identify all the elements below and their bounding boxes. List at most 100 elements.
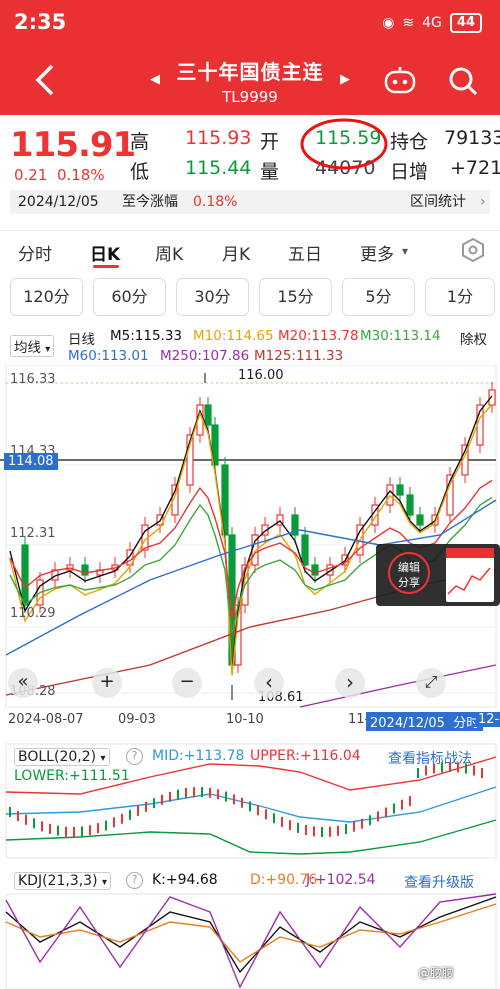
boll-upper-line xyxy=(5,756,497,795)
share-label: 分享 xyxy=(398,576,420,589)
tab-underline xyxy=(93,265,119,268)
since-label: 至今涨幅 xyxy=(122,194,178,210)
kdj-selector[interactable]: KDJ(21,3,3) ▾ xyxy=(14,872,112,890)
high-value: 115.93 xyxy=(185,127,252,149)
tab-fenshi[interactable]: 分时 xyxy=(18,240,52,265)
kline-chart[interactable] xyxy=(0,365,500,710)
scroll-left-button[interactable]: ‹ xyxy=(254,668,284,698)
legend-m125: M125:111.33 xyxy=(254,348,344,364)
tab-monthly-k[interactable]: 月K xyxy=(222,240,250,265)
volume-label: 量 xyxy=(260,161,280,183)
signal-icon: 4G xyxy=(422,15,442,31)
ma10-line xyxy=(9,404,493,676)
settings-hexagon-icon[interactable] xyxy=(460,237,486,263)
hand-drawn-circle-annotation xyxy=(300,118,388,170)
daily-increase-label: 日增 xyxy=(390,161,429,183)
period-60m[interactable]: 60分 xyxy=(93,278,166,316)
ma-legend: 均线 ▾ 日线 M5:115.33 M10:114.65 M20:113.78 … xyxy=(8,328,500,368)
fullscreen-button[interactable]: ⤢ xyxy=(416,668,446,698)
candle-body xyxy=(396,484,404,496)
price-change: 0.21 0.18% xyxy=(14,166,105,184)
tab-weekly-k[interactable]: 周K xyxy=(155,240,183,265)
candle-body xyxy=(21,544,29,606)
since-value: 0.18% xyxy=(193,194,238,210)
high-marker: 116.00 xyxy=(238,368,284,383)
date-strip: 2024/12/05 至今涨幅 0.18% 区间统计 › xyxy=(10,190,490,214)
kdj-upgrade-link[interactable]: 查看升级版 xyxy=(404,872,474,892)
scroll-right-button[interactable]: › xyxy=(335,668,365,698)
legend-m60: M60:113.01 xyxy=(68,348,149,364)
watermark: @腰腰 xyxy=(418,966,455,980)
x-label-3: 10-10 xyxy=(226,712,264,727)
edit-share-button[interactable]: 编辑 分享 xyxy=(388,552,430,594)
candle-body xyxy=(301,534,309,566)
next-contract-icon[interactable]: ▶ xyxy=(340,72,350,87)
period-30m[interactable]: 30分 xyxy=(176,278,249,316)
high-label: 高 xyxy=(130,131,150,153)
change-pct: 0.18% xyxy=(56,166,105,184)
kdj-j: J:+102.54 xyxy=(306,872,376,888)
robot-assistant-icon[interactable] xyxy=(383,66,417,96)
thumbnail-chart-icon xyxy=(447,567,491,595)
ma-selector[interactable]: 均线 ▾ xyxy=(10,335,55,357)
kdj-k: K:+94.68 xyxy=(152,872,218,888)
boll-chart[interactable] xyxy=(0,742,500,860)
legend-m10: M10:114.65 xyxy=(193,328,274,344)
zoom-out-button[interactable]: − xyxy=(172,668,202,698)
tab-more[interactable]: 更多 xyxy=(360,240,394,265)
period-120m[interactable]: 120分 xyxy=(10,278,83,316)
tab-five-day[interactable]: 五日 xyxy=(288,240,322,265)
battery-icon: 44 xyxy=(449,13,482,33)
open-interest-value: 79133 xyxy=(444,127,500,149)
x-label-5: 12-05 xyxy=(476,712,500,727)
period-15m[interactable]: 15分 xyxy=(259,278,332,316)
chart-tabs: 分时 日K 周K 月K 五日 更多 ▾ xyxy=(0,230,500,270)
crosshair-price: 114.08 xyxy=(4,453,58,470)
nav-bar: ◀ 三十年国债主连 TL9999 ▶ xyxy=(0,48,500,115)
y-label-3: 112.31 xyxy=(10,526,56,541)
change-value: 0.21 xyxy=(14,166,48,184)
chart-frame xyxy=(5,365,497,708)
back-icon[interactable] xyxy=(30,62,60,98)
title-block: 三十年国债主连 TL9999 xyxy=(140,56,360,106)
rewind-button[interactable]: « xyxy=(8,668,38,698)
legend-m30: M30:113.14 xyxy=(360,328,441,344)
candle-body xyxy=(488,389,496,406)
thumbnail-header xyxy=(446,548,494,558)
candle-body xyxy=(416,514,424,526)
edit-label: 编辑 xyxy=(398,561,420,574)
y-label-4: 110.29 xyxy=(10,606,56,621)
cursor-date-tag: 2024/12/05 分时 xyxy=(366,712,484,731)
help-icon[interactable]: ? xyxy=(126,872,143,889)
x-label-2: 09-03 xyxy=(118,712,156,727)
legend-m5: M5:115.33 xyxy=(110,328,183,344)
quote-date: 2024/12/05 xyxy=(18,194,99,210)
screenshot-thumbnail[interactable] xyxy=(446,548,494,602)
last-price: 115.91 xyxy=(10,125,136,165)
tab-daily-k[interactable]: 日K xyxy=(90,240,120,265)
low-value: 115.44 xyxy=(185,157,252,179)
ma-selector-label: 均线 xyxy=(14,340,41,356)
status-icons: ◉ ≋ 4G 44 xyxy=(382,13,482,33)
open-label: 开 xyxy=(260,131,280,153)
legend-day: 日线 xyxy=(68,332,95,348)
status-bar: 2:35 ◉ ≋ 4G 44 xyxy=(0,0,500,48)
boll-panel: BOLL(20,2) ▾ ? MID:+113.78 UPPER:+116.04… xyxy=(0,742,500,860)
edit-share-popup[interactable]: 编辑 分享 xyxy=(376,544,500,606)
x-axis: 2024-08-07 09-03 10-10 11-07 2024/12/05 … xyxy=(0,712,500,732)
adjust-button[interactable]: 除权 xyxy=(460,328,487,348)
page-title: 三十年国债主连 xyxy=(176,60,324,84)
open-interest-label: 持仓 xyxy=(390,131,429,153)
period-1m[interactable]: 1分 xyxy=(425,278,495,316)
kdj-name: KDJ(21,3,3) xyxy=(18,873,98,889)
range-stats-button[interactable]: 区间统计 xyxy=(410,190,466,214)
zoom-in-button[interactable]: + xyxy=(92,668,122,698)
caret-down-icon: ▾ xyxy=(102,877,108,888)
daily-increase-value: +721 xyxy=(450,157,500,179)
search-icon[interactable] xyxy=(448,66,478,96)
y-label-1: 116.33 xyxy=(10,372,56,387)
contract-code: TL9999 xyxy=(222,88,278,106)
period-5m[interactable]: 5分 xyxy=(342,278,415,316)
chevron-right-icon: › xyxy=(480,194,486,210)
boll-lower-line xyxy=(5,819,497,855)
